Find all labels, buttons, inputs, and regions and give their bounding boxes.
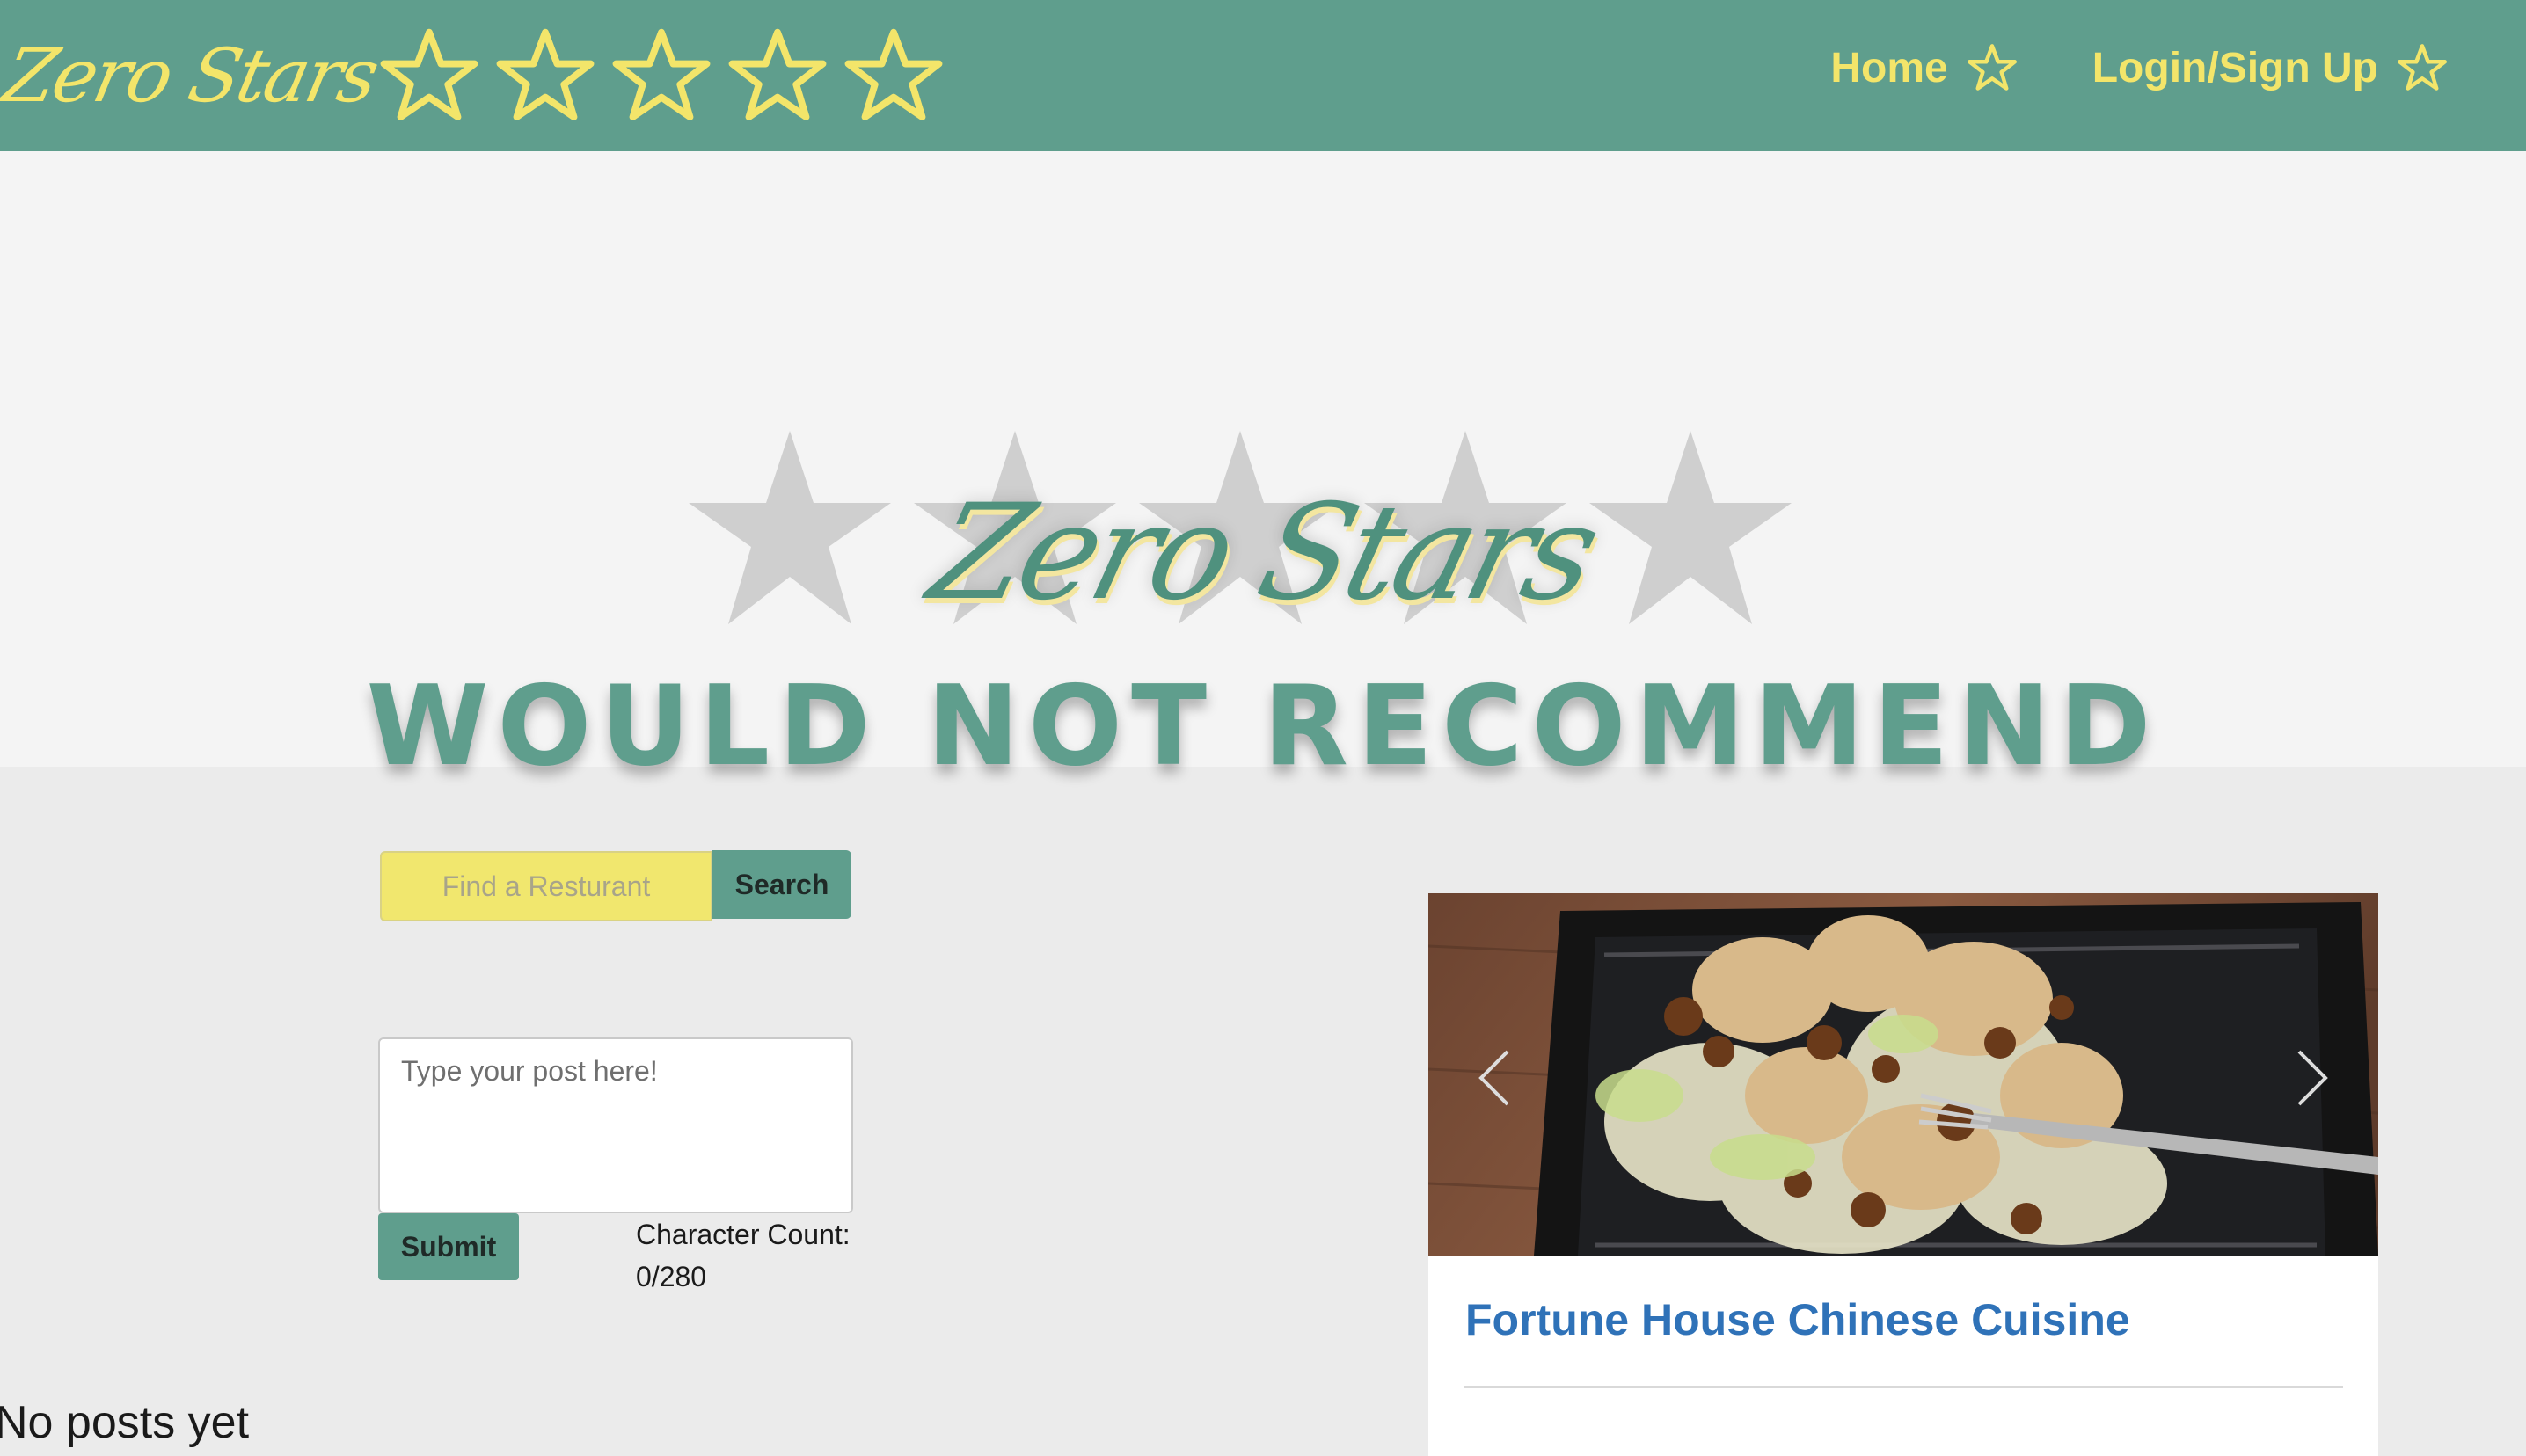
restaurant-image-carousel[interactable] bbox=[1428, 893, 2378, 1256]
star-outline-icon bbox=[380, 28, 478, 120]
hero-banner: Zero Stars WOULD NOT RECOMMEND bbox=[0, 151, 2526, 790]
no-posts-message: No posts yet bbox=[0, 1397, 250, 1448]
star-outline-icon bbox=[496, 28, 595, 120]
character-count-value: 0/280 bbox=[636, 1261, 707, 1292]
nav-link-home[interactable]: Home bbox=[1830, 43, 2017, 92]
star-outline-icon bbox=[844, 28, 943, 120]
hero-title: Zero Stars bbox=[0, 477, 2526, 630]
restaurant-card: Fortune House Chinese Cuisine bbox=[1428, 893, 2378, 1456]
star-outline-icon bbox=[728, 28, 827, 120]
restaurant-search-input[interactable] bbox=[380, 851, 712, 921]
carousel-next-icon[interactable] bbox=[2273, 1025, 2343, 1131]
brand-logo-text: Zero Stars bbox=[0, 33, 384, 119]
restaurant-name-link[interactable]: Fortune House Chinese Cuisine bbox=[1465, 1294, 2130, 1345]
star-outline-icon bbox=[2398, 44, 2447, 91]
star-outline-icon bbox=[612, 28, 711, 120]
carousel-prev-icon[interactable] bbox=[1464, 1025, 1534, 1131]
star-outline-icon bbox=[1967, 44, 2017, 91]
character-count: Character Count: 0/280 bbox=[636, 1213, 865, 1298]
food-photo bbox=[1428, 893, 2378, 1256]
search-button[interactable]: Search bbox=[712, 850, 851, 919]
hero-subtitle: WOULD NOT RECOMMEND bbox=[366, 661, 2160, 790]
card-divider bbox=[1464, 1386, 2343, 1388]
character-count-label: Character Count: bbox=[636, 1219, 851, 1250]
submit-button[interactable]: Submit bbox=[378, 1213, 519, 1280]
nav-link-label: Login/Sign Up bbox=[2092, 44, 2378, 91]
nav-link-login[interactable]: Login/Sign Up bbox=[2092, 43, 2447, 92]
nav-link-label: Home bbox=[1830, 44, 1948, 91]
post-textarea[interactable] bbox=[378, 1037, 853, 1213]
nav-links: Home Login/Sign Up bbox=[1755, 0, 2447, 135]
navbar: Zero Stars Home Login/Sign Up bbox=[0, 0, 2526, 151]
hero-title-text: Zero Stars bbox=[916, 477, 1610, 630]
brand[interactable]: Zero Stars bbox=[0, 5, 960, 146]
